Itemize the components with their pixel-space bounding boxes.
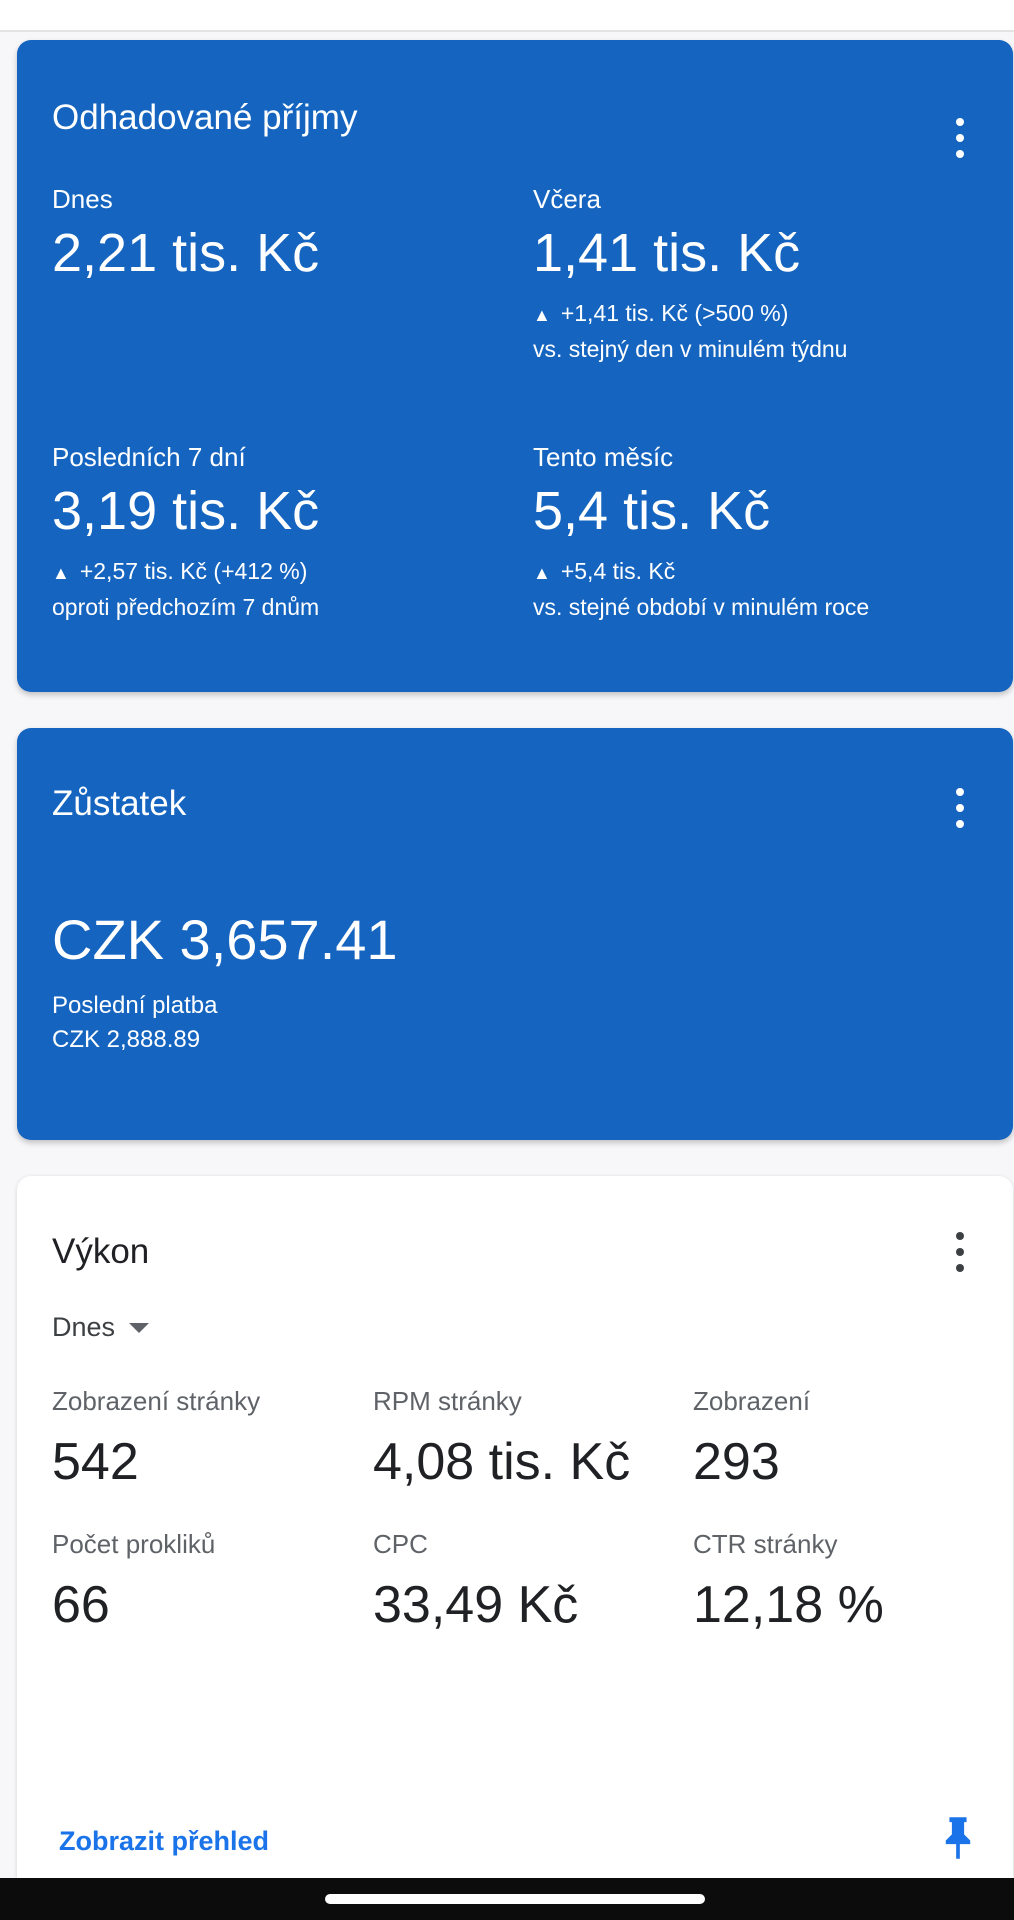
metric-label: Tento měsíc	[533, 442, 674, 472]
metric-label: Zobrazení	[693, 1386, 811, 1416]
change-compare: vs. stejné období v minulém roce	[533, 594, 870, 620]
metric-label: CTR stránky	[693, 1529, 838, 1559]
metric-label: Dnes	[52, 184, 113, 214]
navigation-bar	[0, 1878, 1014, 1920]
metric-value: 66	[52, 1576, 110, 1634]
metric-change: ▲ +2,57 tis. Kč (+412 %) oproti předchozí…	[52, 554, 319, 624]
more-vert-icon-dot	[956, 804, 964, 812]
metric-yesterday: Včera 1,41 tis. Kč ▲ +1,41 tis. Kč (>500 …	[533, 184, 847, 366]
metric-value: 33,49 Kč	[373, 1576, 579, 1634]
more-options-button[interactable]	[955, 1232, 965, 1272]
card-title: Výkon	[52, 1232, 150, 1271]
metric-label: CPC	[373, 1529, 428, 1559]
metric-label: Posledních 7 dní	[52, 442, 246, 472]
view-report-link[interactable]: Zobrazit přehled	[59, 1824, 269, 1858]
metric-value: 1,41 tis. Kč	[533, 223, 801, 283]
metric-change: ▲ +5,4 tis. Kč vs. stejné období v minulé…	[533, 554, 869, 624]
estimated-earnings-card[interactable]: Odhadované příjmy Dnes 2,21 tis. Kč Včer…	[17, 40, 1013, 692]
more-vert-icon	[956, 118, 964, 126]
more-vert-icon-dot	[956, 820, 964, 828]
metric-this-month: Tento měsíc 5,4 tis. Kč ▲ +5,4 tis. Kč vs…	[533, 442, 869, 624]
arrow-up-icon: ▲	[533, 305, 551, 325]
change-compare: vs. stejný den v minulém týdnu	[533, 336, 848, 362]
more-vert-icon-dot	[956, 1248, 964, 1256]
metric-label: Zobrazení stránky	[52, 1386, 261, 1416]
metric-label: Počet prokliků	[52, 1529, 216, 1559]
metric-value: 4,08 tis. Kč	[373, 1433, 631, 1491]
last-payment-value: CZK 2,888.89	[52, 1026, 201, 1053]
arrow-up-icon: ▲	[533, 563, 551, 583]
more-options-button[interactable]	[955, 118, 965, 158]
top-divider	[0, 0, 1014, 32]
last-payment-label: Poslední platba	[52, 992, 218, 1019]
metric-value: 3,19 tis. Kč	[52, 481, 320, 541]
change-compare: oproti předchozím 7 dnům	[52, 594, 320, 620]
change-value: +2,57 tis. Kč (+412 %)	[79, 558, 308, 584]
card-title: Odhadované příjmy	[52, 98, 358, 137]
metric-value: 2,21 tis. Kč	[52, 223, 320, 283]
metric-value: 5,4 tis. Kč	[533, 481, 771, 541]
performance-card: Výkon Dnes Zobrazení stránky 542 RPM str…	[17, 1176, 1013, 1878]
metric-label: Včera	[533, 184, 601, 214]
metric-label: RPM stránky	[373, 1386, 522, 1416]
metric-page-ctr[interactable]: CTR stránky 12,18 %	[693, 1529, 983, 1635]
more-vert-icon-dot	[956, 150, 964, 158]
metric-page-views[interactable]: Zobrazení stránky 542	[52, 1386, 342, 1492]
metric-today: Dnes 2,21 tis. Kč	[52, 184, 319, 284]
period-dropdown[interactable]: Dnes	[52, 1310, 150, 1344]
change-value: +5,4 tis. Kč	[560, 558, 676, 584]
pin-icon[interactable]	[943, 1816, 973, 1860]
metric-value: 293	[693, 1433, 780, 1491]
change-value: +1,41 tis. Kč (>500 %)	[560, 300, 789, 326]
card-title: Zůstatek	[52, 784, 187, 823]
metric-impressions[interactable]: Zobrazení 293	[693, 1386, 983, 1492]
metric-change: ▲ +1,41 tis. Kč (>500 %) vs. stejný den v…	[533, 296, 847, 366]
arrow-drop-down-icon	[129, 1323, 150, 1333]
metric-clicks[interactable]: Počet prokliků 66	[52, 1529, 342, 1635]
more-vert-icon	[956, 1232, 964, 1240]
home-indicator[interactable]	[325, 1894, 705, 1904]
period-value: Dnes	[52, 1312, 116, 1342]
metric-page-rpm[interactable]: RPM stránky 4,08 tis. Kč	[373, 1386, 675, 1492]
more-vert-icon-dot	[956, 134, 964, 142]
more-vert-icon	[956, 788, 964, 796]
metric-last-7-days: Posledních 7 dní 3,19 tis. Kč ▲ +2,57 tis…	[52, 442, 319, 624]
arrow-up-icon: ▲	[52, 563, 70, 583]
more-options-button[interactable]	[955, 788, 965, 828]
balance-card[interactable]: Zůstatek CZK 3,657.41 Poslední platba CZ…	[17, 728, 1013, 1140]
more-vert-icon-dot	[956, 1264, 964, 1272]
metric-value: 12,18 %	[693, 1576, 884, 1634]
balance-value: CZK 3,657.41	[52, 908, 398, 971]
metric-value: 542	[52, 1433, 139, 1491]
metric-cpc[interactable]: CPC 33,49 Kč	[373, 1529, 675, 1635]
